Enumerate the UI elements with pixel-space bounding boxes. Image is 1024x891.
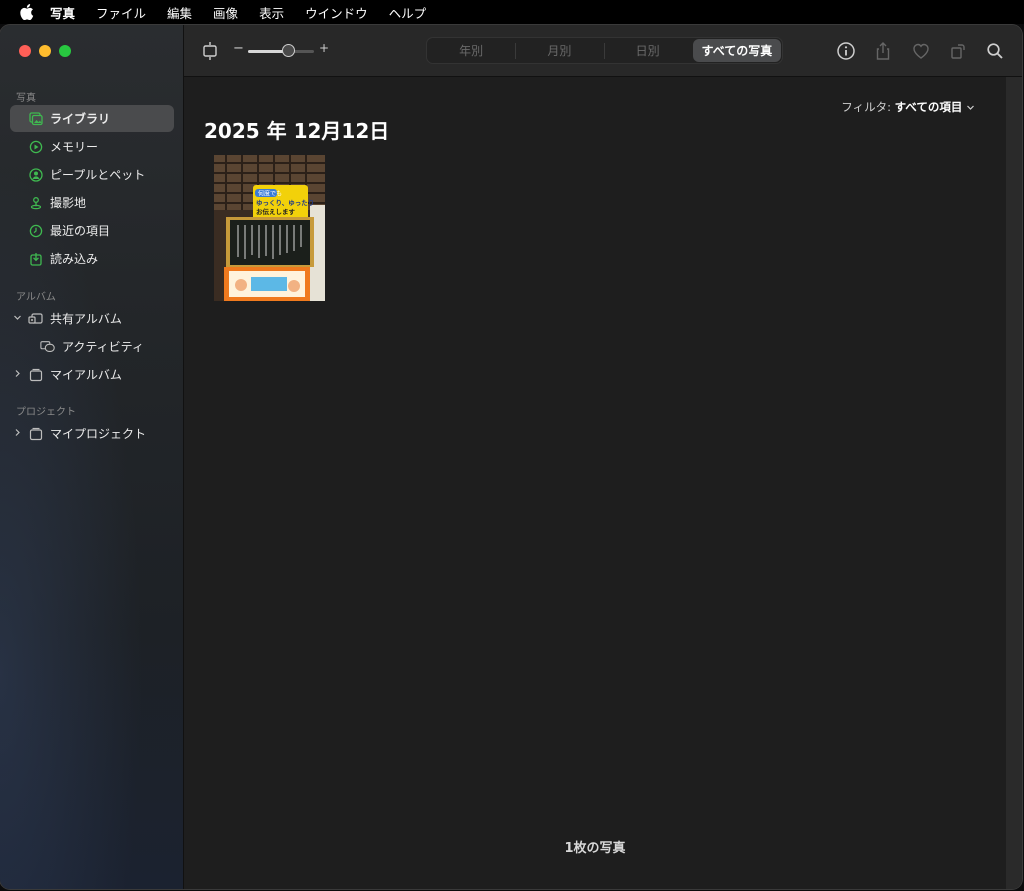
window-controls [19,45,71,57]
sidebar-item-label: アクティビティ [62,340,144,354]
menu-file[interactable]: ファイル [96,3,146,22]
favorite-heart-icon[interactable] [910,40,932,62]
photo-grid-area: フィルタ: すべての項目 2025 年 12月12日 何度でも ゆっくり、ゆった… [184,77,1006,889]
filter-label: フィルタ: [841,100,891,114]
tab-days[interactable]: 日別 [603,38,692,63]
tab-years[interactable]: 年別 [427,38,515,63]
menu-help[interactable]: ヘルプ [389,3,427,22]
share-icon[interactable] [872,40,894,62]
sign-top-text: 何度でも [258,190,282,198]
sign-mid-text: ゆっくり、ゆったり [256,198,314,207]
sidebar-item-label: ピープルとペット [50,168,146,182]
sidebar-item-imports[interactable]: 読み込み [10,245,174,272]
menu-edit[interactable]: 編集 [167,3,192,22]
menu-window[interactable]: ウインドウ [305,3,368,22]
sidebar-item-label: 共有アルバム [50,312,122,326]
zoom-slider[interactable] [248,44,314,57]
menu-app-photos[interactable]: 写真 [50,3,75,22]
aspect-toggle-icon[interactable] [199,40,221,62]
project-folder-icon [28,426,44,442]
library-icon [28,111,44,127]
sign-bottom-text: お伝えします [256,207,296,216]
zoom-slider-knob[interactable] [281,44,295,57]
recents-icon [28,223,44,239]
sidebar-item-memories[interactable]: メモリー [10,133,174,160]
scrollbar-track[interactable] [1006,77,1022,889]
chevron-down-icon[interactable] [13,313,23,325]
date-heading: 2025 年 12月12日 [204,119,390,143]
sidebar-item-label: 撮影地 [50,196,87,210]
menu-bar: 写真 ファイル 編集 画像 表示 ウインドウ ヘルプ [0,0,1024,24]
activity-icon [40,339,56,355]
sidebar-item-shared-albums[interactable]: 共有アルバム [10,305,174,332]
rotate-icon[interactable] [947,40,969,62]
zoom-in-button[interactable]: + [319,41,329,55]
sidebar-item-places[interactable]: 撮影地 [10,189,174,216]
memories-icon [28,139,44,155]
tab-months[interactable]: 月別 [515,38,603,63]
chevron-right-icon[interactable] [13,369,23,381]
section-title-albums: アルバム [16,292,56,303]
chevron-down-icon [966,101,975,115]
search-icon[interactable] [984,40,1006,62]
people-icon [28,167,44,183]
sidebar-item-label: ライブラリ [50,112,111,126]
sidebar-item-people-pets[interactable]: ピープルとペット [10,161,174,188]
sidebar-item-my-albums[interactable]: マイアルバム [10,361,174,388]
sidebar-item-label: 読み込み [50,252,99,266]
zoom-out-button[interactable]: − [233,41,244,56]
toolbar: − + 年別 月別 日別 すべての写真 [184,25,1022,77]
minimize-window-button[interactable] [39,45,51,57]
shared-albums-icon [28,311,44,327]
photo-count: 1枚の写真 [564,841,626,856]
apple-menu-icon[interactable] [18,3,36,21]
info-icon[interactable] [835,40,857,62]
tab-all-photos[interactable]: すべての写真 [692,39,781,62]
places-icon [28,195,44,211]
album-folder-icon [28,367,44,383]
sidebar-item-my-projects[interactable]: マイプロジェクト [10,420,174,447]
view-segmented-control: 年別 月別 日別 すべての写真 [426,37,783,64]
sidebar-item-activity[interactable]: アクティビティ [10,333,174,360]
filter-value: すべての項目 [894,100,963,114]
menu-image[interactable]: 画像 [213,3,238,22]
sidebar-item-recents[interactable]: 最近の項目 [10,217,174,244]
sidebar-item-label: 最近の項目 [50,224,111,238]
maximize-window-button[interactable] [59,45,71,57]
section-title-photos: 写真 [16,93,36,104]
sidebar: 写真 ライブラリ メモリー ピープルとペット 撮影地 最近の項目 読み込み アル… [0,25,184,889]
photos-window: 写真 ライブラリ メモリー ピープルとペット 撮影地 最近の項目 読み込み アル… [0,25,1022,889]
sidebar-item-library[interactable]: ライブラリ [10,105,174,132]
sidebar-item-label: マイプロジェクト [50,427,147,441]
imports-icon [28,251,44,267]
sidebar-item-label: マイアルバム [50,368,122,382]
section-title-projects: プロジェクト [16,407,76,418]
chevron-right-icon[interactable] [13,428,23,440]
sidebar-item-label: メモリー [50,140,99,154]
close-window-button[interactable] [19,45,31,57]
menu-view[interactable]: 表示 [259,3,284,22]
filter-menu[interactable]: フィルタ: すべての項目 [841,99,975,115]
photo-thumbnail[interactable]: 何度でも ゆっくり、ゆったり お伝えします [214,155,325,301]
